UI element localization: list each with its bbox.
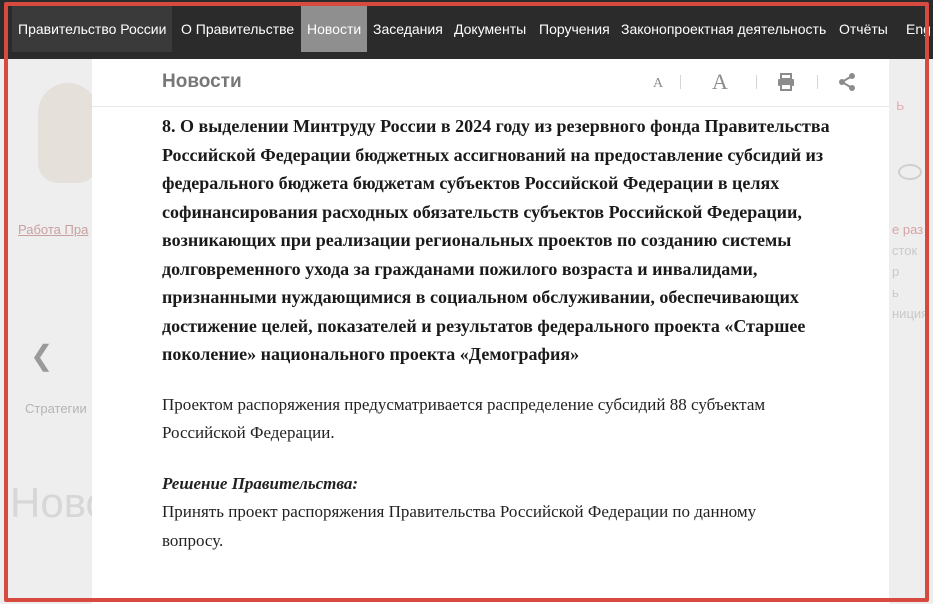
nav-item-documents[interactable]: Документы [448,6,532,52]
nav-item-english[interactable]: Eng [900,6,933,52]
font-increase-button[interactable]: A [709,69,731,95]
chevron-left-icon[interactable]: ❮ [30,339,53,372]
bg-fragment: сток [892,243,918,258]
article-content: 8. О выделении Минтруду России в 2024 го… [162,106,832,555]
toolbar-divider [817,75,818,89]
bg-fragment: ниция [892,306,929,321]
modal-header: Новости A A [92,59,889,107]
share-icon[interactable] [838,73,856,91]
background-right-text: е раз сток р ь ниция [892,219,933,324]
nav-item-meetings[interactable]: Заседания [367,6,449,52]
toolbar-divider [756,75,757,89]
bg-fragment: ь [892,285,899,300]
toolbar-divider [680,75,681,89]
bg-fragment: е раз [892,222,924,237]
modal-title: Новости [162,71,242,92]
article-heading: 8. О выделении Минтруду России в 2024 го… [162,116,830,364]
emblem-icon [38,83,98,183]
nav-item-about[interactable]: О Правительстве [175,6,300,52]
top-navigation: Правительство России О Правительстве Нов… [0,0,933,59]
article-paragraph: Проектом распоряжения предусматривается … [162,394,766,443]
background-link[interactable]: Работа Пра [18,222,88,237]
news-modal: Новости A A 8. О выделении Минтруду Росс… [92,59,889,604]
print-icon[interactable] [777,73,795,91]
nav-item-government[interactable]: Правительство России [12,6,173,52]
background-strategy-text: Стратегии [25,401,87,416]
eye-icon[interactable] [898,164,922,180]
font-decrease-button[interactable]: A [651,71,665,97]
background-red-fragment: ь [896,97,905,114]
bg-fragment: р [892,264,900,279]
decision-title: Решение Правительства: [162,473,359,493]
nav-item-reports[interactable]: Отчёты [833,6,894,52]
decision-text: Принять проект распоряжения Правительств… [162,502,757,550]
nav-item-news[interactable]: Новости [301,6,368,52]
nav-item-legislation[interactable]: Законопроектная деятельность [615,6,832,52]
nav-item-instructions[interactable]: Поручения [533,6,616,52]
